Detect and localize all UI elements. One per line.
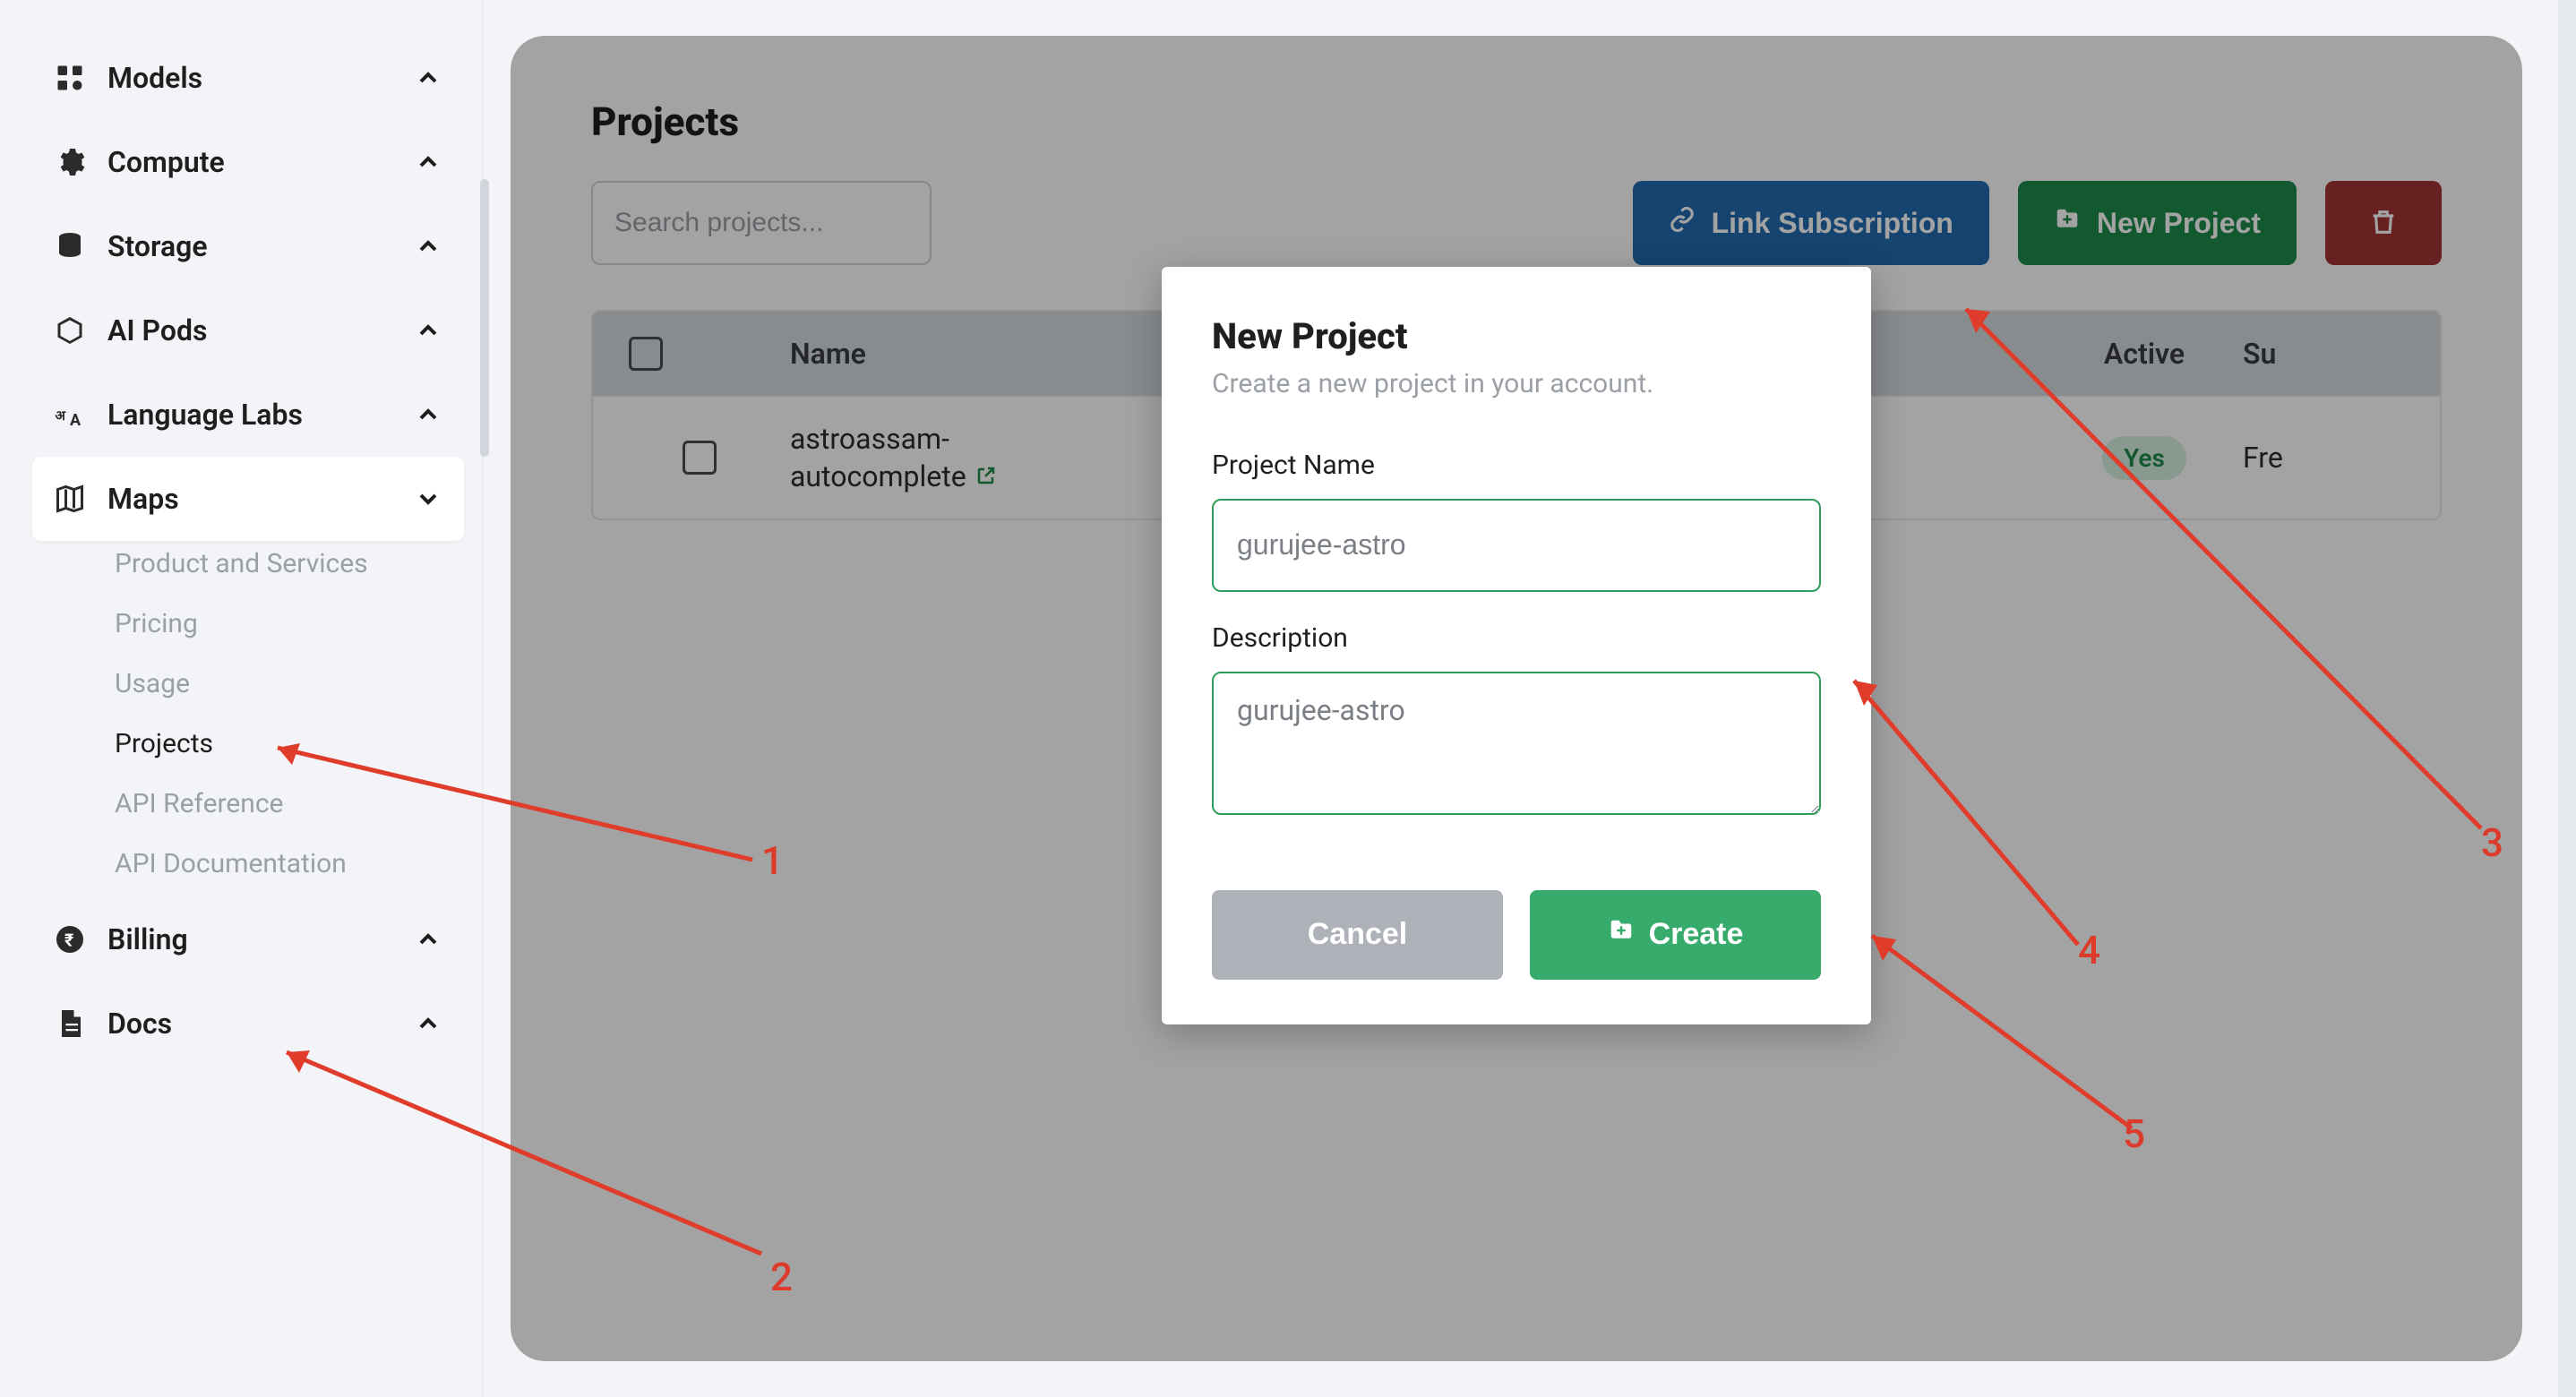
sidebar-subitem-api-reference[interactable]: API Reference bbox=[115, 788, 464, 819]
sidebar-item-maps[interactable]: Maps bbox=[32, 457, 464, 541]
modal-title: New Project bbox=[1212, 315, 1821, 357]
sidebar-item-label: Billing bbox=[107, 922, 392, 956]
sidebar-item-label: Storage bbox=[107, 229, 392, 263]
chevron-up-icon bbox=[414, 925, 442, 954]
sidebar-item-label: Docs bbox=[107, 1007, 392, 1041]
sidebar-item-docs[interactable]: Docs bbox=[32, 981, 464, 1066]
sidebar-item-label: Models bbox=[107, 61, 392, 95]
sidebar-subitem-api-documentation[interactable]: API Documentation bbox=[115, 848, 464, 879]
categories-icon bbox=[54, 62, 86, 94]
description-input[interactable] bbox=[1212, 672, 1821, 815]
cube-icon bbox=[54, 314, 86, 347]
project-name-input[interactable] bbox=[1212, 499, 1821, 592]
sidebar-item-label: Maps bbox=[107, 482, 392, 516]
cancel-button[interactable]: Cancel bbox=[1212, 890, 1503, 980]
chevron-up-icon bbox=[414, 232, 442, 261]
chevron-up-icon bbox=[414, 1009, 442, 1038]
description-label: Description bbox=[1212, 622, 1821, 654]
create-button[interactable]: Create bbox=[1530, 890, 1821, 980]
main: Projects Link Subscription New Project bbox=[484, 0, 2558, 1397]
lang-icon: अA bbox=[54, 399, 86, 431]
sidebar-item-language-labs[interactable]: अA Language Labs bbox=[32, 373, 464, 457]
sidebar-item-label: Compute bbox=[107, 145, 392, 179]
sidebar-item-storage[interactable]: Storage bbox=[32, 204, 464, 288]
document-icon bbox=[54, 1007, 86, 1040]
gear-icon bbox=[54, 146, 86, 178]
folder-plus-icon bbox=[1608, 917, 1635, 952]
main-card: Projects Link Subscription New Project bbox=[511, 36, 2522, 1361]
svg-text:₹: ₹ bbox=[64, 930, 73, 951]
app-root: Models Compute Storage AI Pods bbox=[0, 0, 2576, 1397]
rupee-icon: ₹ bbox=[54, 923, 86, 956]
new-project-modal: New Project Create a new project in your… bbox=[1162, 267, 1871, 1024]
svg-text:अ: अ bbox=[56, 407, 66, 424]
sidebar: Models Compute Storage AI Pods bbox=[0, 0, 484, 1397]
sidebar-item-models[interactable]: Models bbox=[32, 36, 464, 120]
chevron-up-icon bbox=[414, 316, 442, 345]
project-name-label: Project Name bbox=[1212, 450, 1821, 481]
svg-text:A: A bbox=[70, 411, 82, 430]
sidebar-item-compute[interactable]: Compute bbox=[32, 120, 464, 204]
database-icon bbox=[54, 230, 86, 262]
maps-icon bbox=[54, 483, 86, 515]
chevron-up-icon bbox=[414, 148, 442, 176]
sidebar-subitem-product[interactable]: Product and Services bbox=[115, 548, 464, 579]
sidebar-item-ai-pods[interactable]: AI Pods bbox=[32, 288, 464, 373]
sidebar-subitem-projects[interactable]: Projects bbox=[115, 728, 464, 759]
sidebar-subitem-pricing[interactable]: Pricing bbox=[115, 608, 464, 639]
chevron-up-icon bbox=[414, 64, 442, 92]
sidebar-item-billing[interactable]: ₹ Billing bbox=[32, 897, 464, 981]
sidebar-item-label: AI Pods bbox=[107, 313, 392, 347]
modal-subtitle: Create a new project in your account. bbox=[1212, 368, 1821, 399]
chevron-down-icon bbox=[414, 484, 442, 513]
chevron-up-icon bbox=[414, 400, 442, 429]
maps-subitems: Product and Services Pricing Usage Proje… bbox=[32, 541, 464, 897]
sidebar-item-label: Language Labs bbox=[107, 398, 392, 432]
sidebar-subitem-usage[interactable]: Usage bbox=[115, 668, 464, 699]
page-scrollbar[interactable] bbox=[2558, 0, 2576, 1397]
